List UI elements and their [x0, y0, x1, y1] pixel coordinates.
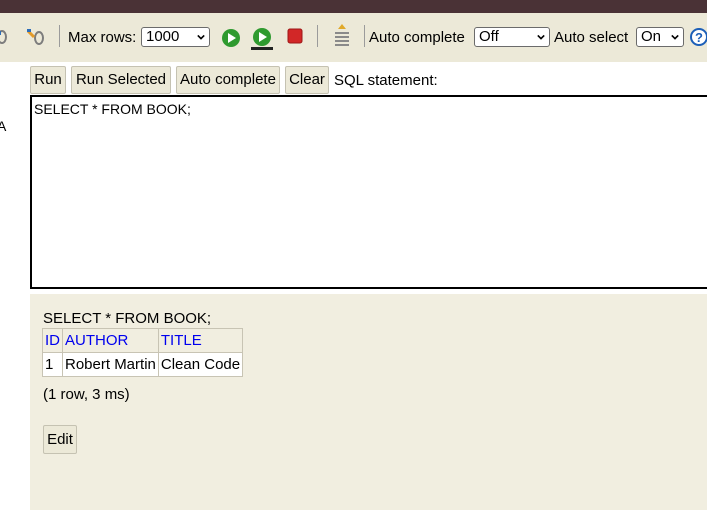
help-icon[interactable]: ? — [690, 28, 707, 50]
result-summary: (1 row, 3 ms) — [43, 386, 130, 403]
chevron-down-icon — [537, 34, 545, 40]
disconnect-icon[interactable] — [26, 27, 46, 51]
table-cell: Clean Code — [157, 352, 244, 377]
column-header-id[interactable]: ID — [42, 328, 63, 353]
auto-select-value: On — [641, 28, 662, 45]
svg-text:?: ? — [695, 30, 703, 45]
results-panel: SELECT * FROM BOOK; ID AUTHOR TITLE 1 Ro… — [30, 294, 707, 510]
result-table: ID AUTHOR TITLE 1 Robert Martin Clean Co… — [42, 328, 244, 377]
table-header-row: ID AUTHOR TITLE — [42, 328, 244, 353]
clear-button[interactable]: Clear — [285, 66, 329, 94]
column-header-author[interactable]: AUTHOR — [62, 328, 159, 353]
auto-complete-select[interactable]: Off — [474, 27, 550, 47]
chevron-down-icon — [197, 34, 205, 40]
chevron-down-icon — [671, 34, 679, 40]
max-rows-value: 1000 — [146, 28, 180, 45]
auto-complete-label: Auto complete — [369, 29, 465, 46]
column-header-title[interactable]: TITLE — [157, 328, 244, 353]
table-cell: Robert Martin — [62, 352, 159, 377]
sql-editor-text: SELECT * FROM BOOK; — [34, 101, 191, 117]
run-icon[interactable] — [221, 28, 241, 52]
edit-button[interactable]: Edit — [43, 425, 77, 454]
left-panel-edge: A — [0, 62, 30, 510]
toolbar-separator — [317, 25, 318, 47]
refresh-icon[interactable] — [0, 28, 10, 50]
max-rows-label: Max rows: — [68, 29, 137, 46]
run-selected-icon[interactable] — [250, 27, 274, 55]
table-cell: 1 — [42, 352, 63, 377]
command-bar: Run Run Selected Auto complete Clear SQL… — [30, 62, 707, 96]
auto-select-select[interactable]: On — [636, 27, 684, 47]
auto-complete-button[interactable]: Auto complete — [176, 66, 280, 94]
auto-select-label: Auto select — [554, 29, 629, 46]
tree-fragment-text: A — [0, 118, 7, 134]
max-rows-select[interactable]: 1000 — [141, 27, 210, 47]
toolbar-separator — [59, 25, 60, 47]
sql-statement-label: SQL statement: — [334, 72, 438, 89]
run-button[interactable]: Run — [30, 66, 66, 94]
executed-statement: SELECT * FROM BOOK; — [43, 310, 212, 327]
toolbar-separator — [364, 25, 365, 47]
run-selected-button[interactable]: Run Selected — [71, 66, 171, 94]
sql-editor[interactable]: SELECT * FROM BOOK; — [30, 95, 707, 289]
window-title-bar — [0, 0, 707, 13]
auto-complete-value: Off — [479, 28, 499, 45]
table-row: 1 Robert Martin Clean Code — [42, 352, 244, 377]
stop-icon[interactable] — [287, 28, 303, 48]
toolbar: Max rows: 1000 Auto complete Off Auto se… — [0, 13, 707, 62]
history-icon[interactable] — [333, 23, 351, 53]
